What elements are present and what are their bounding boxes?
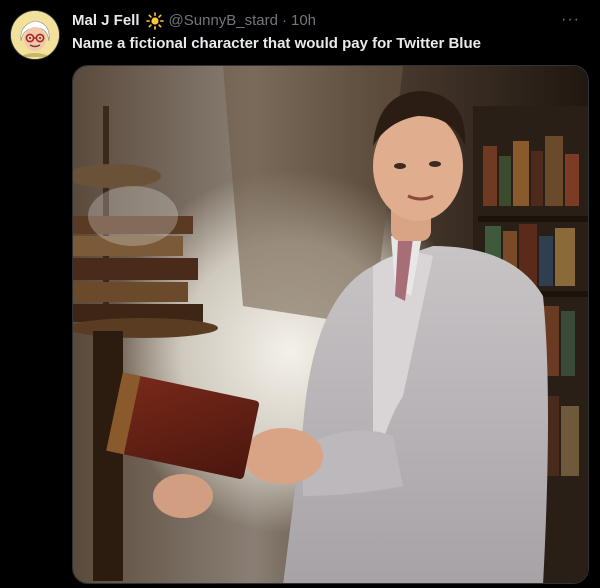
tweet-text: Name a fictional character that would pa…: [72, 35, 481, 52]
tweet-media-photo[interactable]: [72, 65, 589, 584]
separator-dot: ·: [281, 12, 287, 29]
tweet-header: Mal J Fell @SunnyB_stard · 10h ···: [72, 10, 580, 32]
sun-icon: [145, 12, 164, 30]
author-display-name[interactable]: Mal J Fell: [72, 11, 140, 31]
avatar-cartoon-icon: [11, 11, 59, 59]
more-icon[interactable]: ···: [561, 10, 580, 30]
photo-man-in-grey-suit-holding-book-icon: [73, 66, 588, 583]
author-handle[interactable]: @SunnyB_stard: [169, 11, 278, 31]
tweet: Mal J Fell @SunnyB_stard · 10h ··· Name …: [0, 0, 600, 588]
tweet-timestamp[interactable]: 10h: [291, 11, 316, 31]
author-avatar[interactable]: [11, 11, 59, 59]
